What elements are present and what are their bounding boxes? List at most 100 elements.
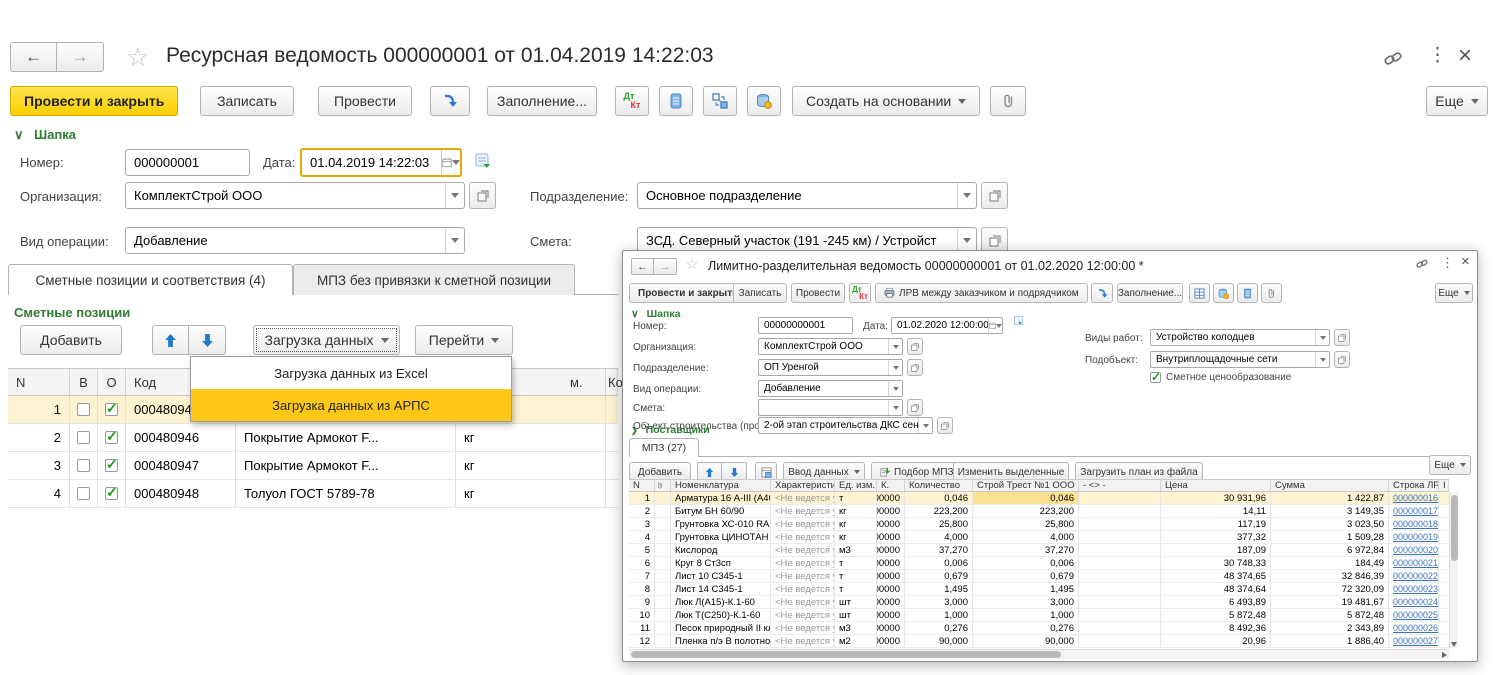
work-types-combo[interactable]: Устройство колодцев [1150, 329, 1330, 346]
fill-button[interactable]: Заполнение... [487, 86, 597, 116]
kebab-menu-icon[interactable]: ⋮ [1441, 255, 1454, 271]
date-field[interactable]: 01.04.2019 14:22:03 [300, 148, 462, 177]
dropdown-icon[interactable] [888, 400, 902, 415]
lrv-print-button[interactable]: ЛРВ между заказчиком и подрядчиком [875, 283, 1088, 303]
scroll-right-icon[interactable] [1442, 652, 1447, 658]
add-button[interactable]: Добавить [20, 325, 122, 355]
checkbox-checked-icon[interactable] [105, 459, 118, 472]
col-n[interactable]: N [629, 480, 655, 491]
stroy-trest-cell[interactable]: 1,000 [973, 609, 1079, 621]
stroy-trest-cell[interactable]: 0,679 [973, 570, 1079, 582]
tab-mpz-unlinked[interactable]: МПЗ без привязки к сметной позиции [293, 264, 575, 295]
menu-item[interactable]: Загрузка данных из Excel [191, 357, 511, 389]
dropdown-icon[interactable] [888, 360, 902, 375]
create-based-quick-icon[interactable] [474, 152, 494, 172]
get-link-icon[interactable] [1415, 257, 1429, 271]
col-o[interactable]: О [98, 369, 126, 395]
save-button[interactable]: Записать [200, 86, 294, 116]
organization-combo[interactable]: КомплектСтрой ООО [758, 338, 903, 355]
list-report-button[interactable] [1237, 283, 1258, 303]
forward-button[interactable]: → [654, 258, 677, 275]
post-button[interactable]: Провести [791, 283, 845, 303]
move-down-button[interactable] [189, 325, 226, 355]
vertical-scrollbar[interactable] [1449, 492, 1458, 648]
table-row[interactable]: 6 Круг 8 Ст3сп <Не ведется уч... т 1,000… [629, 557, 1449, 570]
organization-combo[interactable]: КомплектСтрой ООО [125, 182, 465, 209]
stroy-trest-cell[interactable]: 90,000 [973, 635, 1079, 647]
table-row[interactable]: 11 Песок природный II кл... <Не ведется … [629, 622, 1449, 635]
lrv-line-link[interactable]: 000000020 [1393, 545, 1438, 555]
menu-item[interactable]: Загрузка данных из АРПС [191, 389, 511, 421]
table-row[interactable]: 4 Грунтовка ЦИНОТАН <Не ведется уч... кг… [629, 531, 1449, 544]
section-header-shapka[interactable]: ∨ Шапка [14, 127, 76, 143]
stroy-trest-cell[interactable]: 4,000 [973, 531, 1079, 543]
section-header-shapka[interactable]: ∨ Шапка [631, 308, 680, 320]
stroy-trest-cell[interactable]: 1,495 [973, 583, 1079, 595]
table-row[interactable]: 7 Лист 10 С345-1 <Не ведется уч... т 1,0… [629, 570, 1449, 583]
get-link-icon[interactable] [1382, 48, 1404, 70]
checkbox-v-cell[interactable] [70, 424, 98, 451]
lrv-line-link[interactable]: 000000022 [1393, 571, 1438, 581]
checkbox-unchecked-icon[interactable] [77, 403, 90, 416]
dtkt-button[interactable]: ДтКт [615, 86, 649, 116]
col-quantity[interactable]: Количество [905, 480, 973, 491]
checkbox-v-cell[interactable] [70, 452, 98, 479]
back-button[interactable]: ← [10, 42, 57, 72]
table-row[interactable]: 3 Грунтовка ХС-010 RAL... <Не ведется уч… [629, 518, 1449, 531]
table-row[interactable]: 10 Люк Т(С250)-К.1-60 <Не ведется уч... … [629, 609, 1449, 622]
checkbox-checked-icon[interactable] [105, 431, 118, 444]
calendar-icon[interactable] [988, 318, 1002, 333]
col-i-cut[interactable]: I [1439, 480, 1449, 491]
dropdown-icon[interactable] [888, 381, 902, 396]
dropdown-icon[interactable] [888, 339, 902, 354]
lrv-line-link[interactable]: 000000027 [1393, 636, 1438, 646]
construction-object-open-button[interactable] [937, 417, 953, 434]
lrv-line-link[interactable]: 000000017 [1393, 506, 1438, 516]
col-unit[interactable]: Ед. изм. [835, 480, 877, 491]
goto-button[interactable]: Перейти [415, 325, 513, 355]
stroy-trest-cell[interactable]: 3,000 [973, 596, 1079, 608]
col-price[interactable]: Цена [1161, 480, 1271, 491]
col-nomenclature[interactable]: Номенклатура [671, 480, 771, 491]
horizontal-scrollbar[interactable] [629, 649, 1449, 659]
operation-type-combo[interactable]: Добавление [125, 227, 465, 254]
stroy-trest-cell[interactable]: 0,046 [973, 492, 1079, 504]
dtkt-button[interactable]: ДтКт [849, 283, 871, 303]
checkbox-checked-icon[interactable] [105, 487, 118, 500]
calendar-icon[interactable] [441, 150, 460, 175]
operation-type-combo[interactable]: Добавление [758, 380, 903, 397]
horizontal-scrollbar-thumb[interactable] [631, 651, 1061, 658]
col-attachment[interactable] [655, 480, 671, 491]
work-types-open-button[interactable] [1334, 329, 1350, 346]
lrv-line-link[interactable]: 000000016 [1393, 493, 1438, 503]
estimate-pricing-checkbox[interactable]: Сметное ценообразование [1150, 372, 1291, 383]
organization-open-button[interactable] [907, 338, 923, 355]
department-combo[interactable]: Основное подразделение [637, 182, 977, 209]
structure-button[interactable] [703, 86, 737, 116]
checkbox-o-cell[interactable] [98, 396, 126, 423]
table-row[interactable]: 12 Пленка п/э В полотно ... <Не ведется … [629, 635, 1449, 648]
checkbox-v-cell[interactable] [70, 396, 98, 423]
load-data-button[interactable]: Загрузка данных [253, 325, 400, 355]
table-row[interactable]: 3 000480947 Покрытие Армокот F... кг [8, 452, 618, 480]
attachments-button[interactable] [1261, 283, 1282, 303]
post-document-arrow-button[interactable] [1091, 283, 1113, 303]
favorite-star-icon[interactable]: ☆ [685, 255, 698, 273]
col-quantity-cut[interactable]: Ко [606, 369, 618, 395]
scroll-down-icon[interactable] [1451, 642, 1457, 647]
col-stroy-trest[interactable]: Строй Трест №1 ООО [973, 480, 1079, 491]
department-open-button[interactable] [981, 182, 1008, 209]
post-and-close-button[interactable]: Провести и закрыть [10, 86, 178, 116]
table-row[interactable]: 2 000480946 Покрытие Армокот F... кг [8, 424, 618, 452]
dropdown-icon[interactable] [445, 228, 464, 253]
col-sum[interactable]: Сумма [1271, 480, 1389, 491]
post-and-close-button[interactable]: Провести и закрыть [629, 283, 747, 303]
stroy-trest-cell[interactable]: 0,006 [973, 557, 1079, 569]
lrv-line-link[interactable]: 000000024 [1393, 597, 1438, 607]
post-button[interactable]: Провести [318, 86, 412, 116]
stroy-trest-cell[interactable]: 37,270 [973, 544, 1079, 556]
dropdown-icon[interactable] [1315, 330, 1329, 345]
checkbox-o-cell[interactable] [98, 424, 126, 451]
dropdown-icon[interactable] [918, 418, 932, 433]
date-field[interactable]: 01.02.2020 12:00:00 [891, 317, 1003, 334]
